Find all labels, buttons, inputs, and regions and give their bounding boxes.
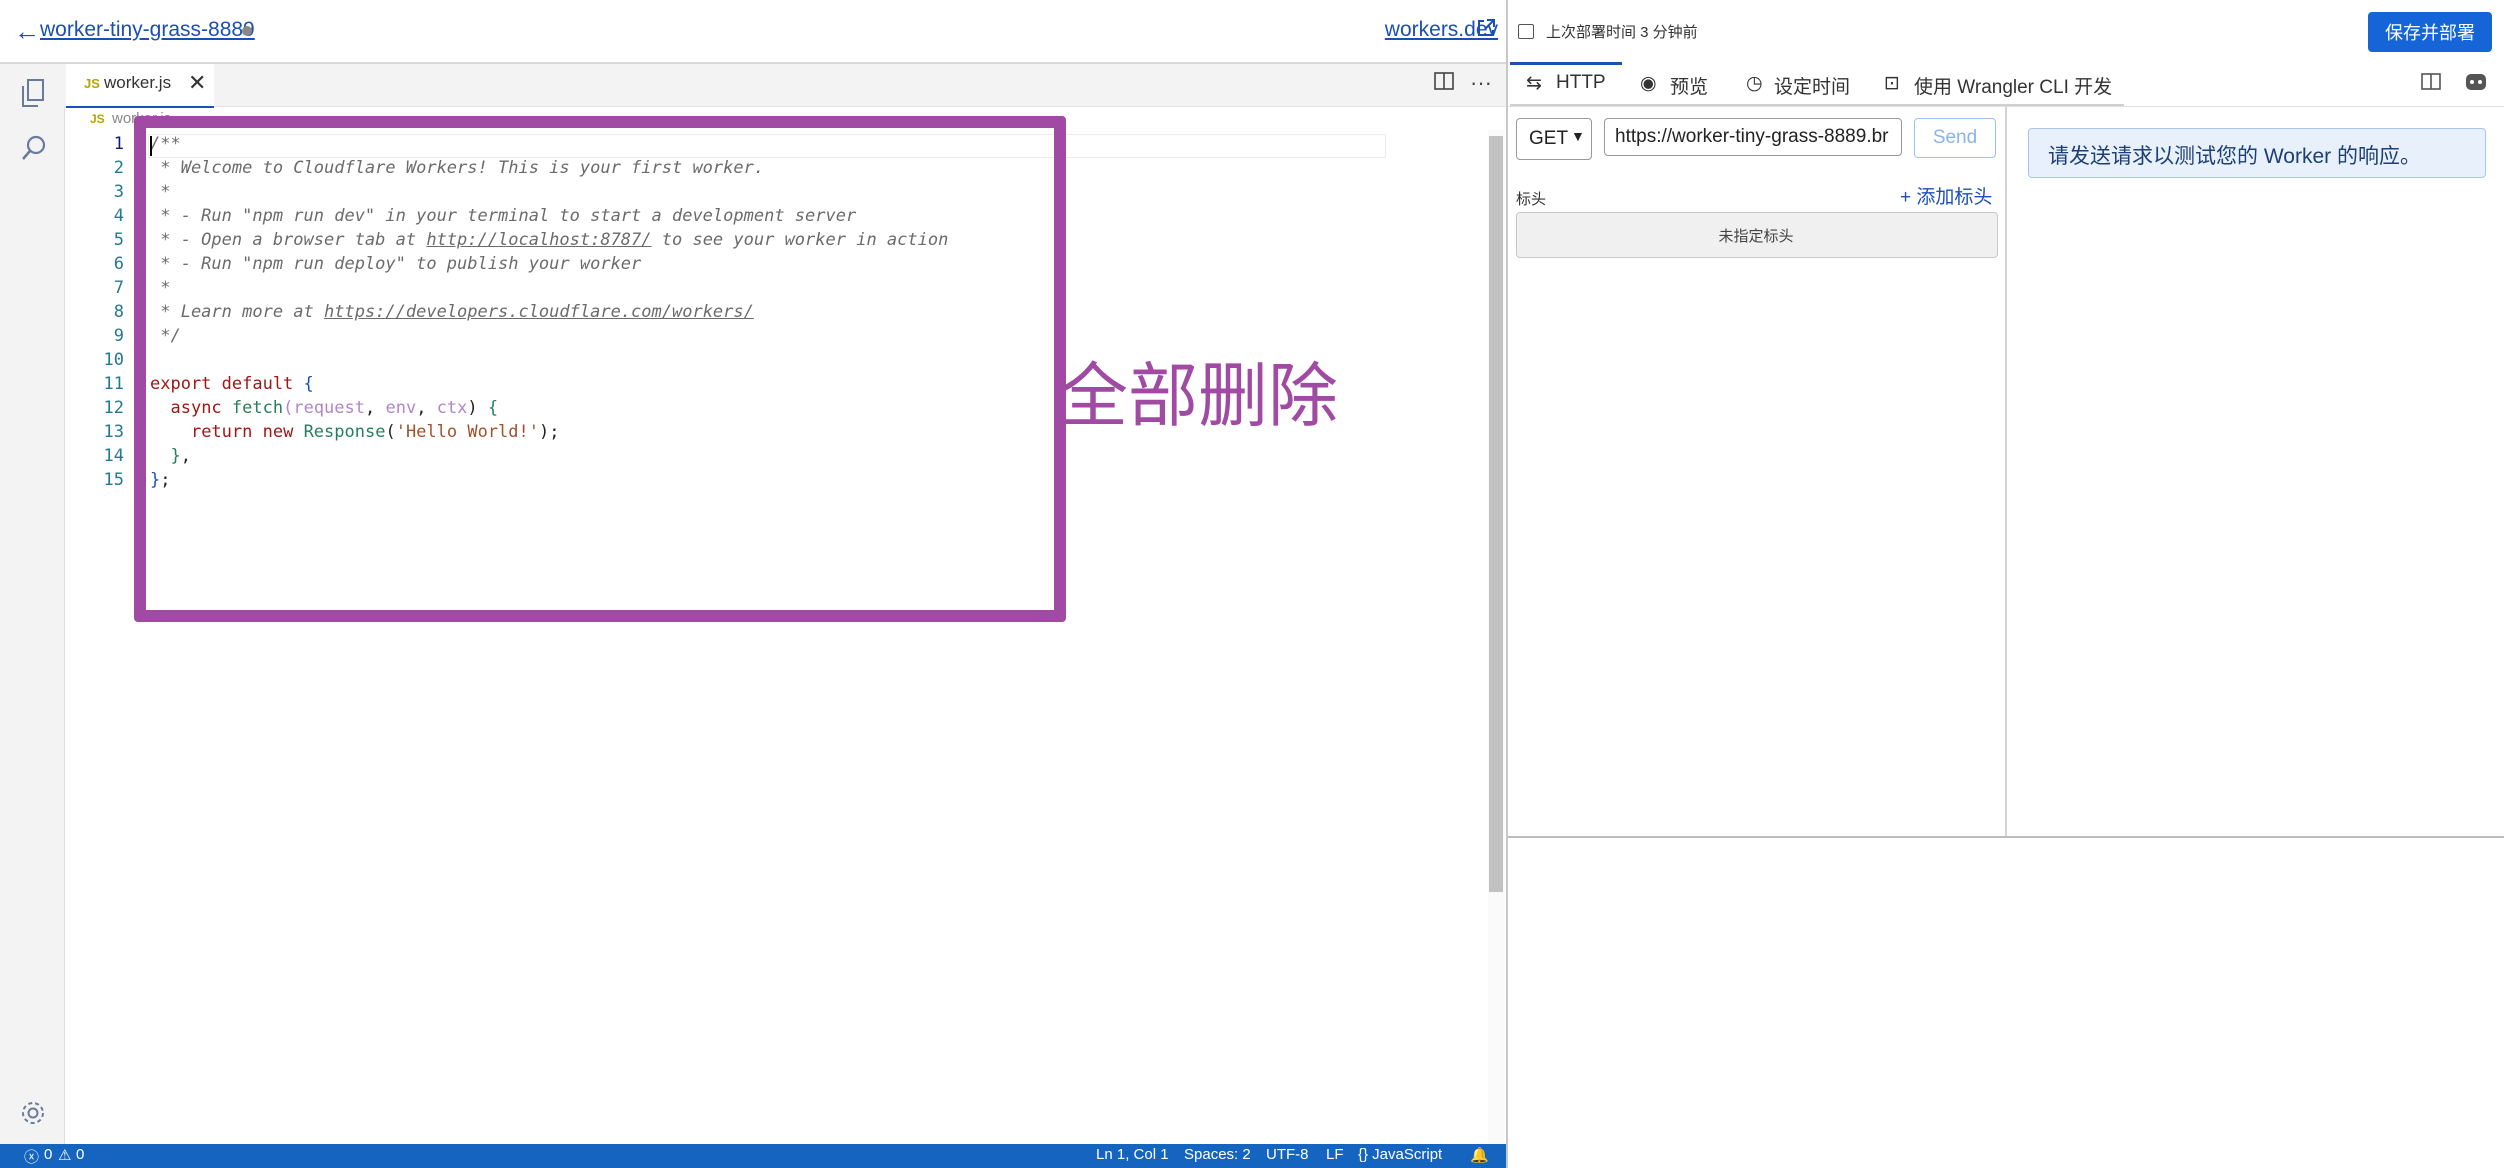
- search-icon[interactable]: [20, 134, 48, 162]
- line-number: 12: [103, 398, 124, 418]
- explorer-files-icon[interactable]: [20, 78, 46, 108]
- send-button[interactable]: Send: [1914, 118, 1996, 158]
- warning-count[interactable]: 0: [76, 1146, 84, 1163]
- indent-spaces[interactable]: Spaces: 2: [1184, 1146, 1251, 1163]
- pane-divider-horizontal[interactable]: [1508, 836, 2504, 838]
- unsaved-dot-icon: [242, 26, 252, 36]
- more-actions-icon[interactable]: ···: [1470, 70, 1492, 96]
- request-url-input[interactable]: [1604, 118, 1902, 156]
- swap-arrows-icon: ⇆: [1526, 73, 1542, 94]
- tab-http[interactable]: HTTP: [1556, 72, 1606, 94]
- tab-bar-underline: [1510, 104, 2124, 106]
- tab-wrangler-cli[interactable]: 使用 Wrangler CLI 开发: [1914, 72, 2112, 99]
- editor-tab-bar: [64, 64, 1506, 107]
- language-mode[interactable]: {} JavaScript: [1358, 1146, 1442, 1163]
- eye-icon: ◉: [1640, 73, 1657, 94]
- line-number: 2: [113, 158, 124, 178]
- panel-layout-icons: [2421, 73, 2486, 90]
- line-number: 4: [113, 206, 124, 226]
- add-header-label: 添加标头: [1916, 187, 1993, 208]
- last-deploy-time: 上次部署时间 3 分钟前: [1546, 24, 1698, 41]
- tab-preview[interactable]: 预览: [1670, 72, 1708, 99]
- line-number: 9: [113, 326, 124, 346]
- chevron-down-icon: ▼: [1571, 128, 1585, 144]
- warning-icon[interactable]: ⚠: [58, 1146, 71, 1164]
- active-tab-indicator: [1510, 62, 1622, 65]
- line-number: 10: [103, 350, 124, 370]
- file-encoding[interactable]: UTF-8: [1266, 1146, 1309, 1163]
- split-editor-icon[interactable]: [1434, 72, 1454, 90]
- error-icon[interactable]: ⓧ: [24, 1146, 39, 1167]
- no-headers-text: 未指定标头: [1718, 228, 1794, 245]
- headers-label: 标头: [1516, 191, 1547, 208]
- line-number: 7: [113, 278, 124, 298]
- method-value: GET: [1529, 128, 1569, 149]
- breadcrumb-js-icon: JS: [90, 112, 105, 126]
- external-link-icon[interactable]: [1476, 18, 1496, 38]
- editor-scrollbar-thumb[interactable]: [1489, 136, 1503, 892]
- activity-bar: [0, 64, 65, 1144]
- clock-icon: ◷: [1746, 73, 1763, 94]
- pane-divider-vertical[interactable]: [2005, 106, 2007, 836]
- error-count[interactable]: 0: [44, 1146, 52, 1163]
- terminal-icon: ⊡: [1884, 73, 1900, 94]
- status-bar: ⓧ 0 ⚠ 0 Ln 1, Col 1 Spaces: 2 UTF-8 LF {…: [0, 1144, 1506, 1168]
- line-number: 11: [103, 374, 124, 394]
- calendar-icon: [1518, 24, 1534, 39]
- tab-schedule[interactable]: 设定时间: [1774, 72, 1850, 99]
- discord-icon[interactable]: [2466, 74, 2486, 90]
- close-tab-icon[interactable]: ✕: [188, 70, 206, 96]
- back-arrow-icon[interactable]: ←: [14, 16, 40, 47]
- line-number: 14: [103, 446, 124, 466]
- line-number: 15: [103, 470, 124, 490]
- settings-gear-icon[interactable]: [18, 1098, 48, 1128]
- line-number: 8: [113, 302, 124, 322]
- line-number: 3: [113, 182, 124, 202]
- response-hint-text: 请发送请求以测试您的 Worker 的响应。: [2048, 145, 2421, 168]
- annotation-highlight-box: [134, 116, 1066, 622]
- plus-icon: +: [1900, 187, 1917, 208]
- cursor-position[interactable]: Ln 1, Col 1: [1096, 1146, 1169, 1163]
- annotation-text: 全部删除: [1058, 357, 1338, 435]
- project-name-link[interactable]: worker-tiny-grass-8889: [40, 18, 255, 42]
- line-number: 13: [103, 422, 124, 442]
- tab-filename[interactable]: worker.js: [104, 73, 171, 93]
- line-ending[interactable]: LF: [1326, 1146, 1344, 1163]
- line-number: 1: [113, 134, 124, 154]
- add-header-button[interactable]: + 添加标头: [1900, 182, 1992, 209]
- notifications-bell-icon[interactable]: 🔔: [1470, 1146, 1489, 1164]
- http-method-select[interactable]: GET ▼: [1516, 118, 1592, 160]
- line-number: 5: [113, 230, 124, 250]
- save-and-deploy-button[interactable]: 保存并部署: [2368, 12, 2492, 52]
- toggle-layout-icon[interactable]: [2421, 73, 2441, 90]
- js-file-icon: JS: [84, 76, 100, 91]
- line-number: 6: [113, 254, 124, 274]
